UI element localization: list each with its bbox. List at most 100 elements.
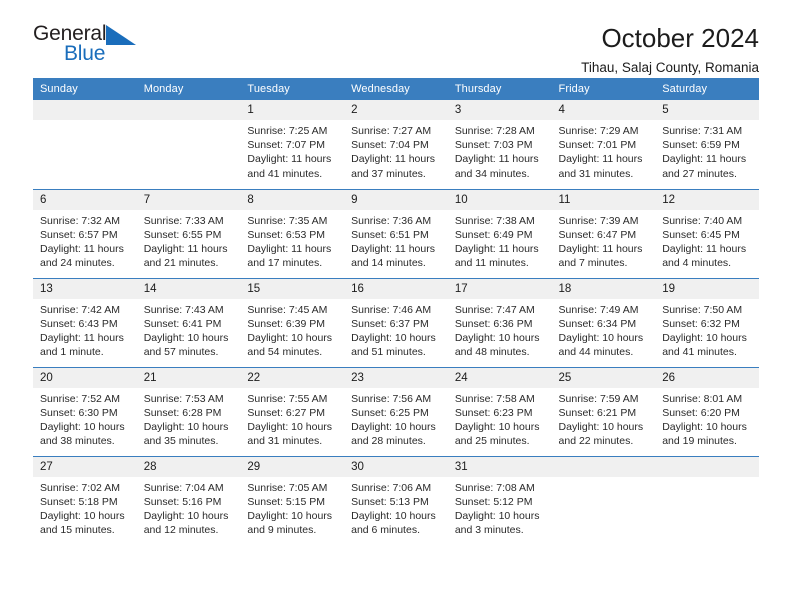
daylight-duration-line1: Daylight: 11 hours [558, 153, 643, 166]
sunrise-time: Sunrise: 7:39 AM [558, 214, 639, 227]
daylight-duration-line1: Daylight: 11 hours [247, 242, 332, 255]
sunrise-time: Sunrise: 7:47 AM [454, 303, 535, 316]
day-cell-inner: 12 Sunrise: 7:40 AM Sunset: 6:45 PM Dayligh… [655, 189, 759, 278]
daylight-duration-line1: Daylight: 11 hours [143, 242, 228, 255]
page-title: October 2024 [601, 23, 759, 53]
day-number: 1 [240, 100, 345, 120]
sunset-time: Sunset: 6:43 PM [40, 317, 118, 330]
day-number: 8 [240, 189, 345, 210]
daylight-duration-line2: and 44 minutes. [558, 346, 634, 359]
day-number: 12 [655, 189, 759, 210]
calendar-day-cell[interactable]: 6 Sunrise: 7:32 AM Sunset: 6:57 PM Daylight… [33, 188, 137, 278]
day-number: 21 [136, 367, 241, 388]
sunset-time: Sunset: 6:59 PM [662, 139, 740, 152]
calendar-day-cell[interactable]: 24 Sunrise: 7:58 AM Sunset: 6:23 PM Dayligh… [447, 366, 552, 456]
calendar-day-cell[interactable]: 23 Sunrise: 7:56 AM Sunset: 6:25 PM Dayligh… [344, 366, 448, 456]
day-cell-inner: 13 Sunrise: 7:42 AM Sunset: 6:43 PM Dayligh… [33, 278, 137, 367]
daylight-duration-line2: and 15 minutes. [40, 524, 115, 537]
daylight-duration-line1: Daylight: 10 hours [247, 331, 333, 344]
day-sun-info: Sunrise: 7:45 AM Sunset: 6:39 PM Daylight:… [240, 299, 344, 360]
calendar-day-cell[interactable]: 15 Sunrise: 7:45 AM Sunset: 6:39 PM Dayligh… [240, 277, 345, 367]
day-sun-info: Sunrise: 7:36 AM Sunset: 6:51 PM Daylight:… [344, 210, 448, 271]
day-cell-inner: 23 Sunrise: 7:56 AM Sunset: 6:25 PM Dayligh… [344, 367, 448, 456]
daylight-duration-line1: Daylight: 10 hours [558, 420, 644, 433]
sunset-time: Sunset: 6:27 PM [247, 406, 326, 419]
calendar-day-cell[interactable]: 14 Sunrise: 7:43 AM Sunset: 6:41 PM Dayligh… [136, 277, 241, 367]
calendar-day-cell[interactable]: 27 Sunrise: 7:02 AM Sunset: 5:18 PM Dayligh… [33, 455, 137, 545]
calendar-day-cell[interactable]: 26 Sunrise: 8:01 AM Sunset: 6:20 PM Dayligh… [655, 366, 759, 456]
day-cell-inner: 17 Sunrise: 7:47 AM Sunset: 6:36 PM Dayligh… [447, 278, 552, 367]
day-cell-inner: 20 Sunrise: 7:52 AM Sunset: 6:30 PM Dayligh… [33, 367, 137, 456]
sunset-time: Sunset: 5:13 PM [351, 495, 429, 508]
sunrise-time: Sunrise: 7:05 AM [247, 481, 328, 494]
sunrise-time: Sunrise: 7:29 AM [558, 125, 639, 137]
calendar-day-cell[interactable]: 28 Sunrise: 7:04 AM Sunset: 5:16 PM Dayligh… [136, 455, 241, 545]
sunrise-time: Sunrise: 8:01 AM [662, 392, 743, 405]
calendar-day-cell[interactable]: 29 Sunrise: 7:05 AM Sunset: 5:15 PM Dayligh… [240, 455, 345, 545]
day-cell-inner: 8 Sunrise: 7:35 AM Sunset: 6:53 PM Daylight… [240, 189, 345, 278]
daylight-duration-line2: and 37 minutes. [351, 167, 426, 180]
calendar-day-cell[interactable]: 17 Sunrise: 7:47 AM Sunset: 6:36 PM Dayligh… [447, 277, 552, 367]
daylight-duration-line2: and 25 minutes. [454, 435, 530, 448]
day-cell-inner [136, 100, 241, 189]
day-sun-info: Sunrise: 7:46 AM Sunset: 6:37 PM Daylight:… [344, 299, 448, 360]
calendar-day-cell[interactable]: 10 Sunrise: 7:38 AM Sunset: 6:49 PM Dayligh… [447, 188, 552, 278]
daylight-duration-line1: Daylight: 10 hours [351, 331, 436, 344]
calendar-day-cell[interactable]: 30 Sunrise: 7:06 AM Sunset: 5:13 PM Dayligh… [344, 455, 448, 545]
calendar-page: General Blue October 2024 Tihau, Salaj C… [0, 0, 792, 612]
daylight-duration-line1: Daylight: 11 hours [351, 242, 435, 255]
calendar-day-cell[interactable]: 2 Sunrise: 7:27 AM Sunset: 7:04 PM Daylight… [344, 100, 448, 189]
calendar-day-cell[interactable]: 3 Sunrise: 7:28 AM Sunset: 7:03 PM Daylight… [447, 100, 552, 189]
day-number: 24 [447, 367, 552, 388]
day-number: 30 [344, 456, 448, 477]
daylight-duration-line1: Daylight: 10 hours [454, 509, 540, 522]
day-number: 31 [447, 456, 552, 477]
day-cell-inner [655, 456, 759, 546]
day-cell-inner: 5 Sunrise: 7:31 AM Sunset: 6:59 PM Daylight… [655, 100, 759, 189]
day-sun-info: Sunrise: 7:58 AM Sunset: 6:23 PM Daylight:… [448, 388, 552, 449]
calendar-day-cell[interactable]: 1 Sunrise: 7:25 AM Sunset: 7:07 PM Daylight… [240, 100, 345, 189]
calendar-day-cell[interactable]: 20 Sunrise: 7:52 AM Sunset: 6:30 PM Dayligh… [33, 366, 137, 456]
calendar-day-cell[interactable]: 18 Sunrise: 7:49 AM Sunset: 6:34 PM Dayligh… [551, 277, 656, 367]
calendar-day-cell[interactable]: 21 Sunrise: 7:53 AM Sunset: 6:28 PM Dayligh… [136, 366, 241, 456]
day-number: 25 [551, 367, 656, 388]
daylight-duration-line1: Daylight: 10 hours [558, 331, 644, 344]
daylight-duration-line1: Daylight: 10 hours [40, 509, 125, 522]
calendar-day-cell[interactable]: 25 Sunrise: 7:59 AM Sunset: 6:21 PM Dayligh… [551, 366, 656, 456]
day-cell-inner: 10 Sunrise: 7:38 AM Sunset: 6:49 PM Dayligh… [447, 189, 552, 278]
day-sun-info: Sunrise: 7:55 AM Sunset: 6:27 PM Daylight:… [240, 388, 344, 449]
calendar-day-cell[interactable]: 5 Sunrise: 7:31 AM Sunset: 6:59 PM Daylight… [655, 100, 759, 189]
sunrise-time: Sunrise: 7:46 AM [351, 303, 432, 316]
day-cell-inner: 9 Sunrise: 7:36 AM Sunset: 6:51 PM Daylight… [344, 189, 448, 278]
sunrise-time: Sunrise: 7:32 AM [40, 214, 120, 227]
daylight-duration-line1: Daylight: 11 hours [558, 242, 643, 255]
sunrise-time: Sunrise: 7:58 AM [454, 392, 535, 405]
calendar-day-cell[interactable]: 4 Sunrise: 7:29 AM Sunset: 7:01 PM Daylight… [551, 100, 656, 189]
calendar-day-cell[interactable]: 7 Sunrise: 7:33 AM Sunset: 6:55 PM Daylight… [136, 188, 241, 278]
daylight-duration-line1: Daylight: 10 hours [454, 331, 540, 344]
sunset-time: Sunset: 6:25 PM [351, 406, 429, 419]
calendar-day-cell[interactable]: 22 Sunrise: 7:55 AM Sunset: 6:27 PM Dayligh… [240, 366, 345, 456]
day-sun-info: Sunrise: 7:06 AM Sunset: 5:13 PM Daylight:… [344, 477, 448, 538]
day-number: 16 [344, 278, 448, 299]
calendar-day-cell[interactable]: 8 Sunrise: 7:35 AM Sunset: 6:53 PM Daylight… [240, 188, 345, 278]
sunset-time: Sunset: 6:49 PM [454, 228, 533, 241]
calendar-cell-empty [551, 455, 656, 545]
calendar-day-cell[interactable]: 13 Sunrise: 7:42 AM Sunset: 6:43 PM Dayligh… [33, 277, 137, 367]
calendar-day-cell[interactable]: 12 Sunrise: 7:40 AM Sunset: 6:45 PM Dayligh… [655, 188, 759, 278]
calendar-day-cell[interactable]: 16 Sunrise: 7:46 AM Sunset: 6:37 PM Dayligh… [344, 277, 448, 367]
day-sun-info: Sunrise: 7:27 AM Sunset: 7:04 PM Daylight:… [344, 120, 448, 181]
day-number: 18 [551, 278, 656, 299]
sunset-time: Sunset: 7:04 PM [351, 139, 429, 152]
calendar-day-cell[interactable]: 11 Sunrise: 7:39 AM Sunset: 6:47 PM Dayligh… [551, 188, 656, 278]
sunrise-time: Sunrise: 7:35 AM [247, 214, 328, 227]
calendar-day-cell[interactable]: 19 Sunrise: 7:50 AM Sunset: 6:32 PM Dayligh… [655, 277, 759, 367]
day-cell-inner: 6 Sunrise: 7:32 AM Sunset: 6:57 PM Daylight… [33, 189, 137, 278]
day-sun-info: Sunrise: 7:08 AM Sunset: 5:12 PM Daylight:… [448, 477, 552, 538]
calendar-day-cell[interactable]: 9 Sunrise: 7:36 AM Sunset: 6:51 PM Daylight… [344, 188, 448, 278]
day-sun-info: Sunrise: 7:52 AM Sunset: 6:30 PM Daylight:… [33, 388, 137, 449]
day-cell-inner: 15 Sunrise: 7:45 AM Sunset: 6:39 PM Dayligh… [240, 278, 345, 367]
calendar-day-cell[interactable]: 31 Sunrise: 7:08 AM Sunset: 5:12 PM Dayligh… [447, 455, 552, 545]
daylight-duration-line2: and 34 minutes. [454, 167, 530, 180]
sunset-time: Sunset: 6:41 PM [143, 317, 222, 330]
